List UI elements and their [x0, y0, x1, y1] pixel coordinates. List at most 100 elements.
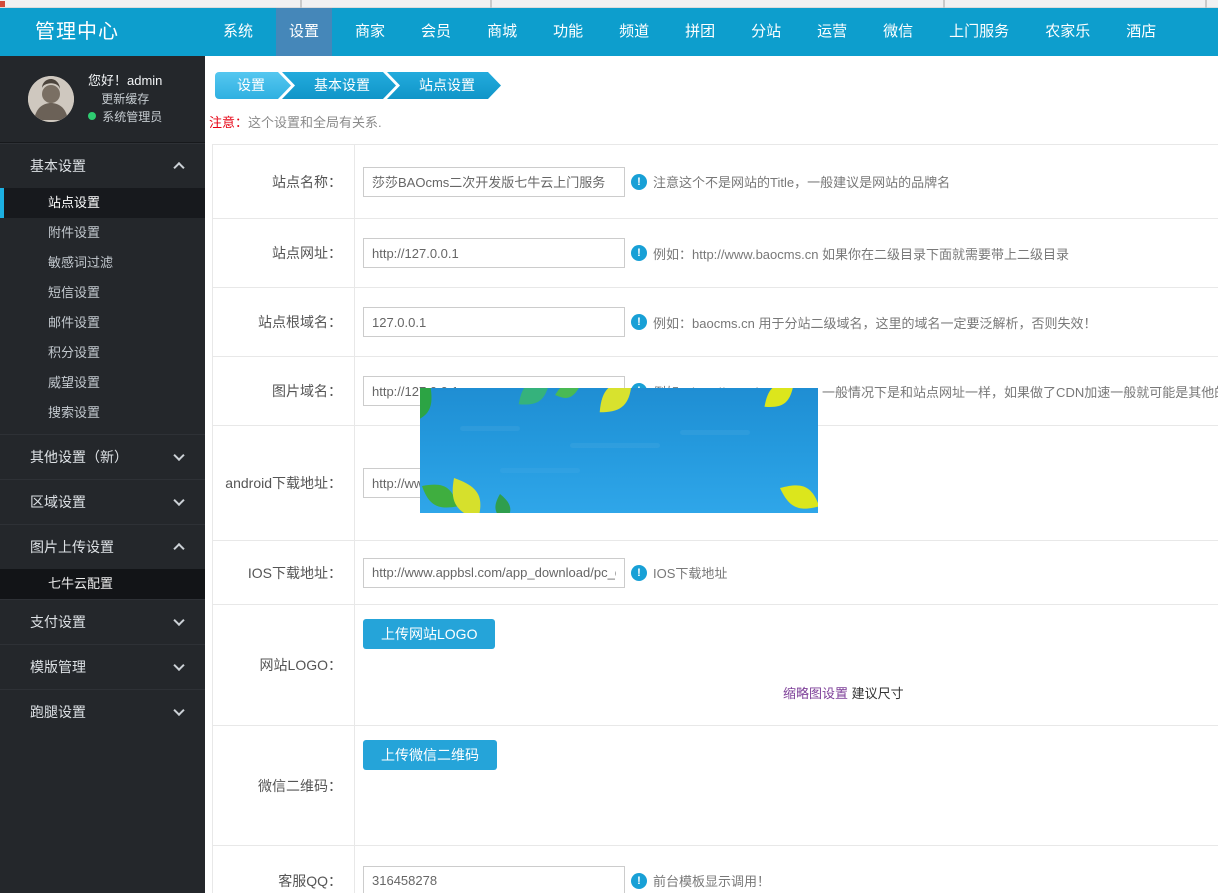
sidebar-item-errand-settings[interactable]: 跑腿设置 [0, 690, 205, 734]
sidebar-item-template-management[interactable]: 模版管理 [0, 645, 205, 689]
form-row-service-qq: 客服QQ： !前台模板显示调用！ [213, 846, 1218, 893]
app-title: 管理中心 [35, 21, 119, 43]
field-label: 站点网址： [213, 219, 355, 287]
sidebar-item-prestige-settings[interactable]: 威望设置 [0, 368, 205, 398]
info-icon: ! [631, 872, 647, 889]
leaf-decoration [420, 388, 818, 513]
breadcrumb: 设置 基本设置 站点设置 [215, 72, 1218, 99]
sidebar-item-sensitive-word-filter[interactable]: 敏感词过滤 [0, 248, 205, 278]
chevron-down-icon [173, 659, 185, 672]
sidebar-item-site-settings[interactable]: 站点设置 [0, 188, 205, 218]
browser-edge-strip [0, 0, 1218, 8]
uploaded-image-preview [420, 388, 818, 513]
nav-item-wechat[interactable]: 微信 [870, 8, 926, 56]
settings-form: 站点名称： !注意这个不是网站的Title，一般建议是网站的品牌名 站点网址： … [212, 144, 1218, 893]
field-label: 客服QQ： [213, 846, 355, 893]
root-domain-input[interactable] [363, 307, 625, 337]
breadcrumb-settings[interactable]: 设置 [215, 72, 291, 99]
thumbnail-settings-link[interactable]: 缩略图设置 [783, 686, 848, 701]
chevron-down-icon [173, 449, 185, 462]
chevron-down-icon [173, 704, 185, 717]
chevron-down-icon [173, 494, 185, 507]
nav-item-merchant[interactable]: 商家 [342, 8, 398, 56]
sidebar-item-points-settings[interactable]: 积分设置 [0, 338, 205, 368]
nav-item-groupbuy[interactable]: 拼团 [672, 8, 728, 56]
chevron-up-icon [173, 542, 185, 555]
notice-prefix: 注意： [209, 115, 249, 130]
nav-item-operation[interactable]: 运营 [804, 8, 860, 56]
menu-section-errand: 跑腿设置 [0, 689, 205, 734]
avatar [28, 76, 74, 122]
field-label: 图片域名： [213, 357, 355, 425]
online-status-dot [88, 112, 97, 120]
sidebar-item-mail-settings[interactable]: 邮件设置 [0, 308, 205, 338]
user-role: 系统管理员 [88, 108, 162, 126]
site-name-input[interactable] [363, 166, 625, 197]
sidebar-item-payment-settings[interactable]: 支付设置 [0, 600, 205, 644]
menu-section-payment: 支付设置 [0, 599, 205, 644]
field-label: 站点根域名： [213, 288, 355, 356]
sidebar-item-region-settings[interactable]: 区域设置 [0, 480, 205, 524]
form-row-wechat-qrcode: 微信二维码： 上传微信二维码 [213, 726, 1218, 846]
form-row-site-logo: 网站LOGO： 上传网站LOGO 缩略图设置 建议尺寸 [213, 605, 1218, 726]
site-url-input[interactable] [363, 238, 625, 268]
breadcrumb-basic-settings[interactable]: 基本设置 [282, 72, 396, 99]
notice-line: 注意：这个设置和全局有关系. [209, 112, 1218, 131]
sidebar-item-search-settings[interactable]: 搜索设置 [0, 398, 205, 428]
menu-section-region: 区域设置 [0, 479, 205, 524]
field-label: IOS下载地址： [213, 541, 355, 604]
info-icon: ! [631, 314, 647, 330]
breadcrumb-site-settings[interactable]: 站点设置 [387, 72, 501, 99]
form-row-ios-download: IOS下载地址： !IOS下载地址 [213, 541, 1218, 605]
service-qq-input[interactable] [363, 865, 625, 893]
sidebar-item-image-upload-settings[interactable]: 图片上传设置 [0, 525, 205, 569]
sidebar-item-other-settings[interactable]: 其他设置（新） [0, 435, 205, 479]
menu-section-image-upload: 图片上传设置 七牛云配置 [0, 524, 205, 599]
nav-item-substation[interactable]: 分站 [738, 8, 794, 56]
field-label: 站点名称： [213, 145, 355, 218]
sidebar-item-attachment-settings[interactable]: 附件设置 [0, 218, 205, 248]
tab-separator [1205, 0, 1207, 8]
ios-download-input[interactable] [363, 557, 625, 588]
suggested-size-text: 建议尺寸 [851, 686, 904, 701]
submenu-basic: 站点设置 附件设置 敏感词过滤 短信设置 邮件设置 积分设置 威望设置 搜索设置 [0, 188, 205, 434]
nav-item-function[interactable]: 功能 [540, 8, 596, 56]
nav-item-channel[interactable]: 频道 [606, 8, 662, 56]
top-header-bar: 管理中心 系统 设置 商家 会员 商城 功能 频道 拼团 分站 运营 微信 上门… [0, 8, 1218, 56]
notice-text: 这个设置和全局有关系. [248, 115, 382, 130]
form-row-site-url: 站点网址： !例如：http://www.baocms.cn 如果你在二级目录下… [213, 219, 1218, 288]
nav-item-member[interactable]: 会员 [408, 8, 464, 56]
nav-item-mall[interactable]: 商城 [474, 8, 530, 56]
sidebar-item-basic-settings[interactable]: 基本设置 [0, 144, 205, 188]
chevron-up-icon [173, 161, 185, 174]
info-icon: ! [631, 173, 647, 190]
nav-item-settings[interactable]: 设置 [276, 8, 333, 56]
field-note: ! 例如：baocms.cn 用于分站二级域名，这里的域名一定要泛解析，否则失效！ [631, 313, 1096, 332]
sidebar: 您好！admin 更新缓存 系统管理员 基本设置 站点设置 附件设置 敏感词过滤… [0, 56, 205, 893]
sidebar-item-sms-settings[interactable]: 短信设置 [0, 278, 205, 308]
nav-item-farmhouse[interactable]: 农家乐 [1032, 8, 1103, 56]
admin-settings-screen: 管理中心 系统 设置 商家 会员 商城 功能 频道 拼团 分站 运营 微信 上门… [0, 0, 1218, 893]
field-label: 微信二维码： [213, 726, 355, 845]
tab-separator [490, 0, 492, 8]
form-row-root-domain: 站点根域名： !例如：baocms.cn 用于分站二级域名，这里的域名一定要泛解… [213, 288, 1218, 357]
nav-item-system[interactable]: 系统 [210, 8, 266, 56]
upload-logo-button[interactable]: 上传网站LOGO [363, 619, 496, 649]
field-note: ! 例如：http://www.baocms.cn 如果你在二级目录下面就需要带上… [631, 244, 1069, 263]
form-row-site-name: 站点名称： !注意这个不是网站的Title，一般建议是网站的品牌名 [213, 145, 1218, 219]
thumbnail-hint: 缩略图设置 建议尺寸 [783, 683, 904, 702]
field-note: ! 前台模板显示调用！ [631, 871, 770, 890]
info-icon: ! [631, 564, 647, 581]
nav-item-hotel[interactable]: 酒店 [1113, 8, 1169, 56]
sidebar-item-qiniu-config[interactable]: 七牛云配置 [0, 569, 205, 599]
menu-section-other: 其他设置（新） [0, 434, 205, 479]
nav-item-home-service[interactable]: 上门服务 [936, 8, 1022, 56]
tab-separator [300, 0, 302, 8]
top-navigation: 系统 设置 商家 会员 商城 功能 频道 拼团 分站 运营 微信 上门服务 农家… [205, 8, 1174, 56]
user-card: 您好！admin 更新缓存 系统管理员 [0, 56, 205, 143]
upload-wechat-qrcode-button[interactable]: 上传微信二维码 [363, 740, 497, 770]
field-note: ! IOS下载地址 [631, 563, 727, 582]
field-label: android下载地址： [213, 426, 355, 540]
refresh-cache-link[interactable]: 更新缓存 [88, 90, 162, 108]
browser-tab-mark [0, 1, 5, 7]
